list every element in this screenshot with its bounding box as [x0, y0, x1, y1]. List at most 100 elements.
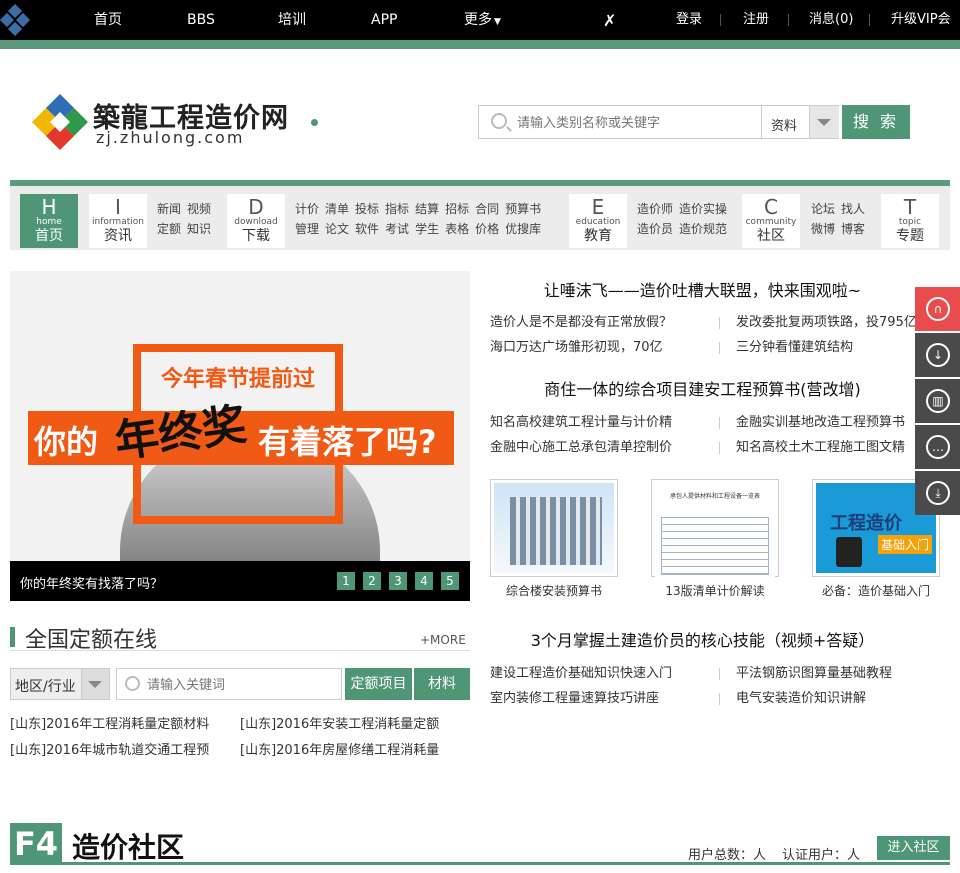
cat-topic[interactable]: T topic 专题 — [881, 194, 939, 248]
slide-dot[interactable]: 5 — [441, 572, 459, 590]
search-type-select[interactable]: 资料 — [761, 105, 839, 139]
cat-link[interactable]: 投标 — [355, 199, 379, 219]
cat-education[interactable]: E education 教育 — [569, 194, 627, 248]
cat-link[interactable]: 管理 — [295, 219, 319, 239]
cat-link[interactable]: 指标 — [385, 199, 409, 219]
slide-dot[interactable]: 4 — [415, 572, 433, 590]
nav-app[interactable]: APP — [371, 0, 397, 40]
cat-link[interactable]: 合同 — [475, 199, 499, 219]
news-item[interactable]: 金融中心施工总承包清单控制价 — [490, 440, 705, 456]
news-headline[interactable]: 3个月掌握土建造价员的核心技能（视频+答疑） — [490, 627, 915, 651]
cat-link[interactable]: 找人 — [841, 199, 865, 219]
slide-caption[interactable]: 你的年终奖有找落了吗？ — [20, 573, 163, 592]
news-headline[interactable]: 商住一体的综合项目建安工程预算书(营改增) — [490, 376, 915, 400]
material-button[interactable]: 材料 — [414, 668, 470, 700]
news-item[interactable]: 金融实训基地改造工程预算书 — [736, 415, 915, 431]
search-icon-handle — [506, 126, 512, 132]
cat-link[interactable]: 计价 — [295, 199, 319, 219]
quota-item[interactable]: [山东]2016年房屋修缮工程消耗量 — [240, 743, 470, 759]
thumb-caption[interactable]: 13版清单计价解读 — [651, 582, 779, 599]
cat-info[interactable]: I information 资讯 — [89, 194, 147, 248]
quota-item[interactable]: [山东]2016年安装工程消耗量定额 — [240, 717, 470, 733]
cat-education-links: 造价师 造价实操 造价员 造价规范 — [637, 199, 733, 239]
cat-link[interactable]: 视频 — [187, 199, 211, 219]
cat-link[interactable]: 造价员 — [637, 219, 673, 239]
cat-home[interactable]: H home 首页 — [20, 194, 78, 248]
news-item[interactable]: 海口万达广场雏形初现，70亿 — [490, 340, 705, 356]
cat-link[interactable]: 考试 — [385, 219, 409, 239]
slide-dot[interactable]: 2 — [363, 572, 381, 590]
app-download-button[interactable]: ⤓ — [915, 471, 960, 515]
news-item[interactable]: 室内装修工程量速算技巧讲座 — [490, 691, 705, 707]
cat-link[interactable]: 微博 — [811, 219, 835, 239]
top-bar: 首页 BBS 培训 APP 更多 ▼ ✗ 登录 注册 消息(0) 升级VIP会员 — [0, 0, 960, 67]
nav-training[interactable]: 培训 — [278, 0, 306, 40]
book-button[interactable]: ▥ — [915, 379, 960, 423]
search-button[interactable]: 搜 索 — [842, 105, 910, 139]
search-input[interactable] — [517, 113, 747, 133]
cat-link[interactable]: 结算 — [415, 199, 439, 219]
certified-users: 认证用户：人 — [782, 848, 861, 863]
quota-item[interactable]: [山东]2016年城市轨道交通工程预 — [10, 743, 235, 759]
cat-link[interactable]: 价格 — [475, 219, 499, 239]
thumb-caption[interactable]: 必备：造价基础入门 — [812, 582, 940, 599]
news-item[interactable]: 知名高校建筑工程计量与计价精 — [490, 415, 705, 431]
quota-item[interactable]: [山东]2016年工程消耗量定额材料 — [10, 717, 235, 733]
quota-search-wrap[interactable] — [116, 668, 342, 700]
cat-community[interactable]: C community 社区 — [742, 194, 800, 248]
cat-link[interactable]: 软件 — [355, 219, 379, 239]
cat-link[interactable]: 优搜库 — [505, 219, 541, 239]
cat-link[interactable]: 论坛 — [811, 199, 835, 219]
cat-link[interactable]: 知识 — [187, 219, 211, 239]
nav-more[interactable]: 更多 ▼ — [464, 0, 501, 40]
news-headline[interactable]: 让唾沫飞——造价吐槽大联盟，快来围观啦~ — [490, 277, 915, 301]
news-item[interactable]: 平法钢筋识图算量基础教程 — [736, 666, 915, 682]
cat-download[interactable]: D download 下载 — [227, 194, 285, 248]
cat-link[interactable]: 招标 — [445, 199, 469, 219]
cat-info-links: 新闻 视频 定额 知识 — [157, 199, 217, 239]
slide-dot[interactable]: 3 — [389, 572, 407, 590]
vip-link[interactable]: 升级VIP会员 — [891, 0, 960, 67]
cat-link[interactable]: 造价实操 — [679, 199, 727, 219]
cat-link[interactable]: 定额 — [157, 219, 181, 239]
news-item[interactable]: 造价人是不是都没有正常放假？ — [490, 315, 705, 331]
support-button[interactable]: ∩ — [915, 287, 960, 331]
messages-link[interactable]: 消息(0) — [809, 0, 853, 40]
thumb-building[interactable] — [490, 479, 618, 577]
cat-link[interactable]: 预算书 — [505, 199, 541, 219]
news-item[interactable]: 知名高校土木工程施工图文精 — [736, 440, 915, 456]
cat-link[interactable]: 论文 — [325, 219, 349, 239]
thumb-caption[interactable]: 综合楼安装预算书 — [490, 582, 618, 599]
chat-button[interactable]: … — [915, 425, 960, 469]
quota-items-button[interactable]: 定额项目 — [345, 668, 412, 700]
cat-link[interactable]: 新闻 — [157, 199, 181, 219]
cat-link[interactable]: 造价师 — [637, 199, 673, 219]
mobile-off-icon[interactable]: ✗ — [603, 11, 616, 30]
cat-link[interactable]: 表格 — [445, 219, 469, 239]
news-item[interactable]: 建设工程造价基础知识快速入门 — [490, 666, 705, 682]
quota-search-input[interactable] — [147, 676, 327, 694]
login-link[interactable]: 登录 — [676, 0, 702, 40]
nav-home[interactable]: 首页 — [94, 0, 122, 40]
cat-link[interactable]: 学生 — [415, 219, 439, 239]
slide-dot[interactable]: 1 — [337, 572, 355, 590]
news-item[interactable]: 电气安装造价知识讲解 — [736, 691, 915, 707]
cat-link[interactable]: 造价规范 — [679, 219, 727, 239]
book-icon: ▥ — [926, 389, 950, 413]
news-item[interactable]: 三分钟看懂建筑结构 — [736, 340, 915, 356]
search-input-wrap[interactable] — [478, 105, 762, 139]
enter-community-button[interactable]: 进入社区 — [877, 836, 950, 860]
quota-more-link[interactable]: +MORE — [420, 633, 466, 647]
site-logo-icon[interactable] — [0, 4, 32, 36]
nav-bbs[interactable]: BBS — [187, 0, 215, 40]
banner-main-3: 有着落了吗? — [258, 423, 437, 461]
thumb-table[interactable]: 承包人提供材料和工程设备一览表 — [651, 479, 779, 581]
building-shape — [510, 497, 602, 565]
download-button[interactable]: ↓ — [915, 333, 960, 377]
register-link[interactable]: 注册 — [743, 0, 769, 40]
cat-link[interactable]: 博客 — [841, 219, 865, 239]
cat-link[interactable]: 清单 — [325, 199, 349, 219]
news-item[interactable]: 发改委批复两项铁路，投795亿 — [736, 315, 915, 331]
banner-slider[interactable]: 今年春节提前过 你的 年终奖 有着落了吗? 你的年终奖有找落了吗？ — [10, 271, 470, 601]
region-select[interactable]: 地区/行业 — [10, 668, 110, 700]
